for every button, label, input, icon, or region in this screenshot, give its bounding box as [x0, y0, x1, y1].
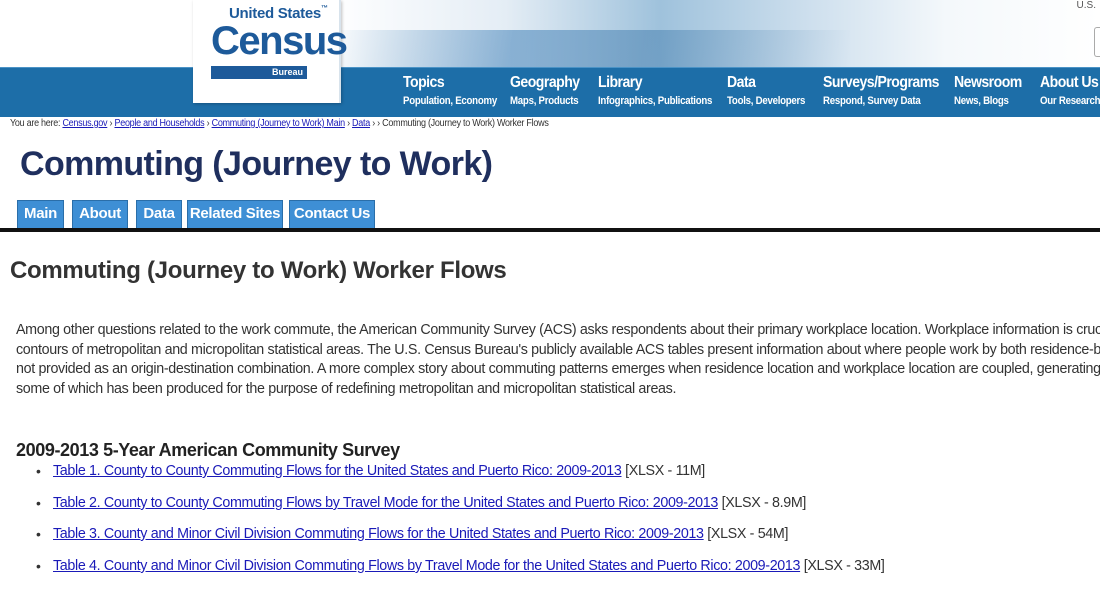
intro-paragraph: Among other questions related to the wor…	[16, 321, 1100, 401]
nav-topics[interactable]: Topics Population, Economy	[403, 74, 510, 108]
breadcrumb-separator: ›	[347, 118, 350, 129]
section-heading: Commuting (Journey to Work) Worker Flows	[10, 257, 507, 284]
search-input[interactable]	[1094, 27, 1100, 57]
breadcrumb: You are here: Census.gov › People and Ho…	[10, 118, 549, 132]
table-3-link[interactable]: Table 3. County and Minor Civil Division…	[53, 526, 704, 542]
nav-geography[interactable]: Geography Maps, Products	[510, 74, 589, 108]
nav-data[interactable]: Data Tools, Developers	[727, 74, 816, 108]
page-title: Commuting (Journey to Work)	[20, 145, 493, 183]
nav-newsroom[interactable]: Newsroom News, Blogs	[954, 74, 1031, 108]
breadcrumb-separator: ›	[206, 118, 210, 129]
nav-library[interactable]: Library Infographics, Publications	[598, 74, 728, 108]
file-size-label: [XLSX - 11M]	[625, 463, 705, 479]
table-4-link[interactable]: Table 4. County and Minor Civil Division…	[53, 558, 800, 574]
intro-line: some of which has been produced for the …	[16, 380, 677, 397]
bullet: •	[36, 463, 41, 479]
bullet: •	[36, 558, 41, 574]
file-size-label: [XLSX - 8.9M]	[721, 495, 807, 511]
breadcrumb-separator: ›	[109, 118, 113, 129]
breadcrumb-current: Commuting (Journey to Work) Worker Flows	[382, 118, 549, 129]
bullet: •	[36, 526, 41, 542]
tab-contact-us[interactable]: Contact Us	[289, 200, 375, 228]
site-header: United States™ Census Bureau U.S. Topics…	[0, 0, 1100, 117]
breadcrumb-prefix: You are here:	[10, 118, 61, 129]
header-banner-graphic	[330, 30, 850, 67]
breadcrumb-link-people-households[interactable]: People and Households	[114, 118, 204, 129]
table-1-link[interactable]: Table 1. County to County Commuting Flow…	[53, 463, 622, 479]
survey-heading: 2009-2013 5-Year American Community Surv…	[16, 440, 400, 460]
bullet: •	[36, 495, 41, 511]
tab-related-sites[interactable]: Related Sites	[187, 200, 283, 228]
top-corner-text: U.S.	[1076, 0, 1096, 11]
nav-surveys-programs[interactable]: Surveys/Programs Respond, Survey Data	[823, 74, 955, 108]
breadcrumb-link-data[interactable]: Data	[352, 118, 370, 129]
table-2-link[interactable]: Table 2. County to County Commuting Flow…	[53, 495, 718, 511]
tab-data[interactable]: Data	[136, 200, 182, 228]
breadcrumb-link-census[interactable]: Census.gov	[62, 118, 107, 129]
logo-bureau: Bureau	[211, 66, 307, 79]
tab-main[interactable]: Main	[17, 200, 64, 228]
tab-divider	[0, 228, 1100, 232]
tab-about[interactable]: About	[72, 200, 128, 228]
file-size-label: [XLSX - 54M]	[707, 526, 789, 542]
census-logo[interactable]: United States™ Census Bureau	[193, 0, 348, 103]
intro-line: Among other questions related to the wor…	[16, 322, 1100, 338]
logo-census-wordmark: Census	[211, 19, 348, 63]
intro-line: contours of metropolitan and micropolita…	[16, 341, 1100, 358]
breadcrumb-link-commuting-main[interactable]: Commuting (Journey to Work) Main	[212, 118, 346, 129]
intro-line: not provided as an origin-destination co…	[16, 361, 1100, 377]
breadcrumb-separator: ›	[377, 118, 380, 129]
breadcrumb-separator: ›	[372, 118, 375, 129]
file-size-label: [XLSX - 33M]	[803, 558, 885, 574]
nav-about-us[interactable]: About Us Our Research	[1040, 74, 1100, 108]
